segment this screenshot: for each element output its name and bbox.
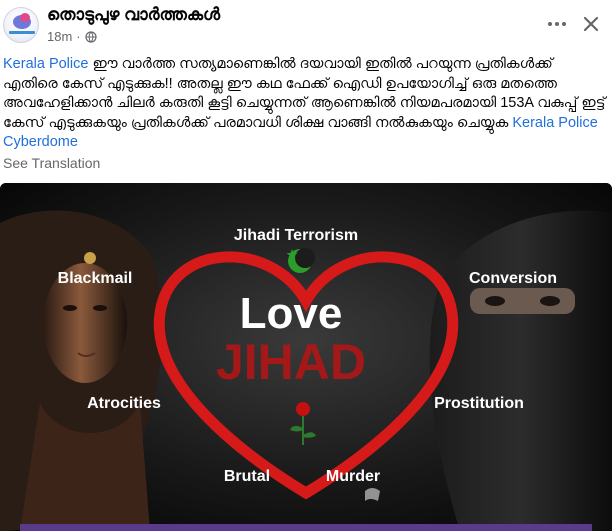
- avatar-logo-accent: [20, 13, 30, 22]
- post-image[interactable]: Jihadi Terrorism Blackmail Conversion Lo…: [0, 183, 612, 531]
- caption-atrocities: Atrocities: [87, 395, 161, 412]
- see-translation-link[interactable]: See Translation: [3, 155, 100, 171]
- blood-mark: [365, 488, 380, 501]
- caption-conversion: Conversion: [469, 270, 557, 287]
- more-options-button[interactable]: [545, 12, 569, 36]
- title-love: Love: [240, 289, 343, 338]
- close-icon: [583, 16, 599, 32]
- left-figure: [0, 210, 163, 531]
- facebook-post: തൊടുപുഴ വാർത്തകൾ 18m · Kerala Police ഈ വ…: [0, 0, 612, 531]
- caption-murder: Murder: [326, 468, 380, 485]
- mention-kerala-police[interactable]: Kerala Police: [3, 56, 88, 72]
- post-timestamp[interactable]: 18m: [47, 29, 72, 44]
- caption-prostitution: Prostitution: [434, 395, 524, 412]
- avatar-logo-text-bar: [9, 31, 35, 34]
- caption-blackmail: Blackmail: [58, 270, 133, 287]
- post-message: Kerala Police ഈ വാർത്ത സത്യമാണെങ്കിൽ ദയവ…: [3, 55, 607, 153]
- post-meta: 18m ·: [47, 29, 97, 44]
- caption-brutal: Brutal: [224, 468, 270, 485]
- poster-graphic: Jihadi Terrorism Blackmail Conversion Lo…: [0, 183, 612, 531]
- globe-icon[interactable]: [85, 30, 97, 43]
- page-avatar[interactable]: [3, 7, 39, 43]
- bottom-strip: [20, 524, 592, 531]
- hide-post-button[interactable]: [579, 12, 603, 36]
- post-header: തൊടുപുഴ വാർത്തകൾ 18m ·: [0, 0, 612, 52]
- title-jihad: JIHAD: [216, 334, 366, 390]
- ellipsis-icon: [548, 22, 566, 26]
- caption-jihadi-terrorism: Jihadi Terrorism: [234, 227, 358, 244]
- page-name-link[interactable]: തൊടുപുഴ വാർത്തകൾ: [47, 5, 220, 25]
- meta-separator: ·: [76, 29, 81, 44]
